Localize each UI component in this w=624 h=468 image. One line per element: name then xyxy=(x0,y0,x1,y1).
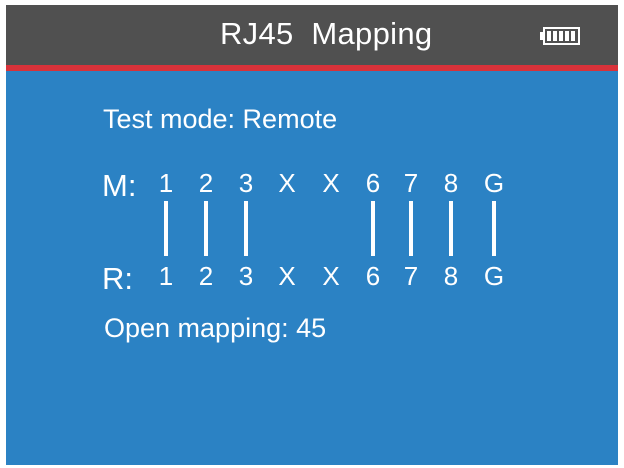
battery-segment xyxy=(559,31,563,41)
battery-segment xyxy=(565,31,569,41)
battery-segment xyxy=(553,31,557,41)
remote-pin-5: X xyxy=(322,261,340,291)
remote-pin-1: 1 xyxy=(158,261,174,291)
remote-pin-4: X xyxy=(278,261,296,291)
wire-7 xyxy=(409,201,413,256)
wire-8 xyxy=(449,201,453,256)
wire-1 xyxy=(164,201,168,256)
wire-6 xyxy=(371,201,375,256)
battery-body xyxy=(543,27,580,45)
main-pin-7: 7 xyxy=(403,168,419,198)
remote-pin-2: 2 xyxy=(198,261,214,291)
test-mode-text: Test mode: Remote xyxy=(103,104,338,134)
battery-segment xyxy=(571,31,575,41)
main-pin-9: G xyxy=(483,168,505,198)
tester-screen: RJ45 Mapping Test mode: Remote M: R: 112… xyxy=(6,5,618,465)
main-pin-2: 2 xyxy=(198,168,214,198)
main-pin-3: 3 xyxy=(238,168,254,198)
remote-pin-7: 7 xyxy=(403,261,419,291)
battery-segment xyxy=(547,31,551,41)
remote-pin-3: 3 xyxy=(238,261,254,291)
battery-full-icon xyxy=(540,27,580,45)
main-pin-5: X xyxy=(322,168,340,198)
remote-pin-6: 6 xyxy=(365,261,381,291)
wire-9 xyxy=(492,201,496,256)
wire-3 xyxy=(244,201,248,256)
remote-pin-8: 8 xyxy=(443,261,459,291)
title-divider xyxy=(6,65,618,71)
remote-label: R: xyxy=(102,261,133,296)
main-label: M: xyxy=(102,168,137,203)
title-bar: RJ45 Mapping xyxy=(6,5,618,65)
main-pin-4: X xyxy=(278,168,296,198)
main-pin-6: 6 xyxy=(365,168,381,198)
screen-title: RJ45 Mapping xyxy=(220,16,433,51)
open-mapping-text: Open mapping: 45 xyxy=(104,313,327,343)
remote-pin-9: G xyxy=(483,261,505,291)
wire-2 xyxy=(204,201,208,256)
main-pin-1: 1 xyxy=(158,168,174,198)
main-pin-8: 8 xyxy=(443,168,459,198)
